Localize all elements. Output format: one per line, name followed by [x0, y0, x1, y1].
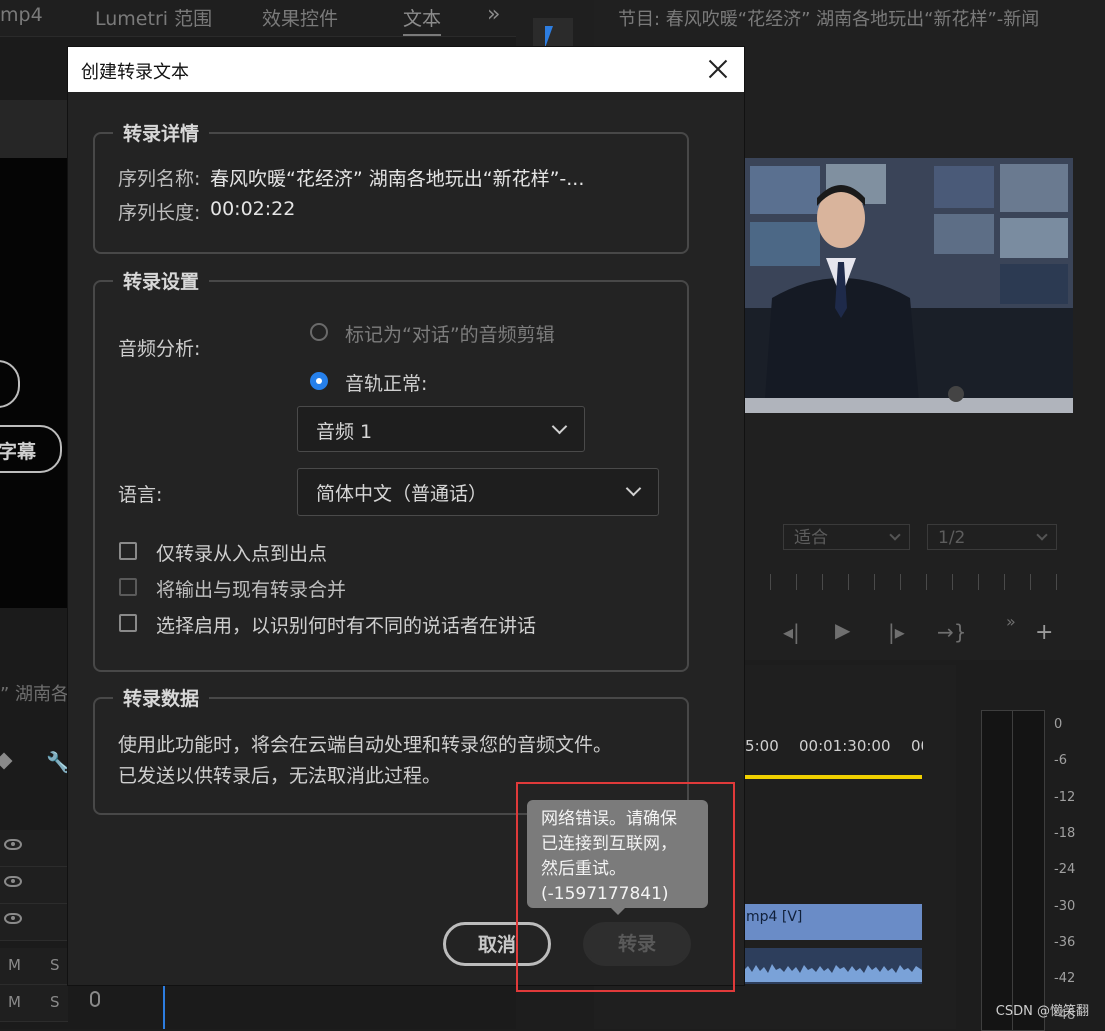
- radio-audio-track-label: 音轨正常:: [345, 373, 428, 395]
- checkbox-in-to-out[interactable]: [119, 542, 137, 560]
- solo-toggle[interactable]: S: [50, 956, 60, 974]
- track-row-v2: [0, 867, 68, 904]
- mute-toggle[interactable]: M: [8, 956, 21, 974]
- transcript-details-group: 转录详情 序列名称: 春风吹暖“花经济” 湖南各地玩出“新花样”-... 序列长…: [93, 119, 689, 254]
- microphone-icon[interactable]: [90, 991, 100, 1007]
- work-area-bar[interactable]: [744, 775, 922, 779]
- captions-button-label: 字幕: [0, 441, 37, 463]
- audio-meter-left: [981, 710, 1014, 1031]
- add-button-icon[interactable]: +: [1035, 620, 1053, 645]
- go-to-out-icon[interactable]: →}: [937, 620, 966, 644]
- arrow-cursor-shape: [545, 26, 553, 48]
- close-icon[interactable]: [704, 55, 732, 83]
- resolution-select-value: 1/2: [938, 528, 966, 548]
- meter-label: 0: [1054, 717, 1063, 732]
- tab-effect-controls[interactable]: 效果控件: [262, 4, 338, 31]
- double-chevron-right-icon[interactable]: »: [487, 2, 500, 27]
- step-forward-icon[interactable]: |▸: [888, 620, 905, 644]
- timecode-1: :5:00: [740, 737, 779, 755]
- tab-mp4[interactable]: mp4: [0, 4, 43, 26]
- mute-toggle[interactable]: M: [8, 993, 21, 1011]
- resolution-select[interactable]: 1/2: [927, 524, 1057, 550]
- meter-label: -42: [1054, 971, 1076, 986]
- highlight-annotation-box: [516, 782, 735, 992]
- solo-toggle[interactable]: S: [50, 993, 60, 1011]
- transcript-settings-legend: 转录设置: [113, 267, 210, 294]
- sequence-name-value: 春风吹暖“花经济” 湖南各地玩出“新花样”-...: [210, 168, 585, 190]
- checkbox-speakers[interactable]: [119, 614, 137, 632]
- audio-track-dropdown[interactable]: 音频 1: [297, 406, 585, 452]
- checkbox-in-to-out-label: 仅转录从入点到出点: [156, 543, 328, 565]
- eye-icon[interactable]: [4, 876, 22, 887]
- tab-text[interactable]: 文本: [403, 4, 442, 36]
- sequence-name-partial: ” 湖南各: [0, 684, 70, 705]
- playhead-line: [163, 985, 165, 1029]
- track-row-a1: M S: [0, 948, 68, 985]
- create-captions-button-partial[interactable]: 字幕: [0, 425, 62, 473]
- meter-label: -24: [1054, 862, 1076, 877]
- more-controls-icon[interactable]: »: [1006, 612, 1016, 631]
- data-notice-line-1: 使用此功能时，将会在云端自动处理和转录您的音频文件。: [118, 734, 613, 756]
- transcript-data-legend: 转录数据: [113, 684, 210, 711]
- audio-track-value: 音频 1: [316, 421, 373, 443]
- track-row-v3: [0, 830, 68, 867]
- news-video-frame: [744, 158, 1073, 413]
- timecode-2: 00:01:30:00: [799, 737, 891, 755]
- radio-audio-track[interactable]: [310, 372, 328, 390]
- video-clip[interactable]: mp4 [V]: [744, 904, 922, 940]
- language-dropdown[interactable]: 简体中文（普通话）: [297, 468, 659, 516]
- dialog-title-bar: 创建转录文本: [68, 47, 744, 92]
- chevron-down-icon: [625, 480, 642, 497]
- eye-icon[interactable]: [4, 913, 22, 924]
- meter-label: -6: [1054, 753, 1067, 768]
- audio-waveform: [744, 964, 922, 982]
- dialog-title: 创建转录文本: [81, 62, 189, 83]
- track-row-a2: M S: [0, 985, 100, 1022]
- transcript-settings-group: 转录设置 音频分析: 标记为“对话”的音频剪辑 音轨正常: 音频 1 语言: 简…: [93, 267, 689, 672]
- radio-dialogue-clips[interactable]: [310, 323, 328, 341]
- left-toolbar-strip: [0, 100, 68, 158]
- checkbox-speakers-label: 选择启用，以识别何时有不同的说话者在讲话: [156, 615, 537, 637]
- meter-label: -18: [1054, 826, 1076, 841]
- audio-clip[interactable]: [744, 948, 922, 984]
- track-row-v1: [0, 904, 68, 941]
- transcript-details-legend: 转录详情: [113, 119, 210, 146]
- chevron-down-icon: [889, 529, 901, 541]
- left-tab-bar: mp4 Lumetri 范围 效果控件 文本 »: [0, 0, 516, 37]
- chevron-down-icon: [551, 418, 568, 435]
- fit-select[interactable]: 适合: [783, 524, 910, 550]
- language-value: 简体中文（普通话）: [316, 483, 488, 505]
- meter-label: -12: [1054, 790, 1076, 805]
- data-notice-line-2: 已发送以供转录后，无法取消此过程。: [118, 765, 442, 787]
- play-icon[interactable]: ▶: [835, 618, 850, 642]
- watermark: CSDN @懒笑翻: [995, 1004, 1089, 1019]
- chevron-down-icon: [1036, 529, 1048, 541]
- sequence-name-label: 序列名称:: [118, 168, 201, 190]
- monitor-ruler: [744, 574, 1074, 590]
- audio-analysis-label: 音频分析:: [118, 338, 201, 360]
- audio-meter-right: [1012, 710, 1045, 1031]
- meter-label: -36: [1054, 935, 1076, 950]
- radio-dialogue-clips-label: 标记为“对话”的音频剪辑: [345, 324, 555, 346]
- step-back-icon[interactable]: ◂|: [783, 620, 800, 644]
- tab-lumetri-scope[interactable]: Lumetri 范围: [95, 4, 212, 31]
- eye-icon[interactable]: [4, 839, 22, 850]
- video-clip-label: mp4 [V]: [746, 909, 803, 925]
- language-label: 语言:: [118, 484, 163, 506]
- sequence-length-value: 00:02:22: [210, 198, 296, 220]
- sequence-length-label: 序列长度:: [118, 202, 201, 224]
- program-title: 节目: 春风吹暖“花经济” 湖南各地玩出“新花样”-新闻: [618, 9, 1040, 30]
- meter-label: -30: [1054, 899, 1076, 914]
- timecode-3: 00: [911, 737, 923, 755]
- checkbox-merge-output: [119, 578, 137, 596]
- fit-select-value: 适合: [794, 528, 828, 548]
- checkbox-merge-output-label: 将输出与现有转录合并: [156, 579, 347, 601]
